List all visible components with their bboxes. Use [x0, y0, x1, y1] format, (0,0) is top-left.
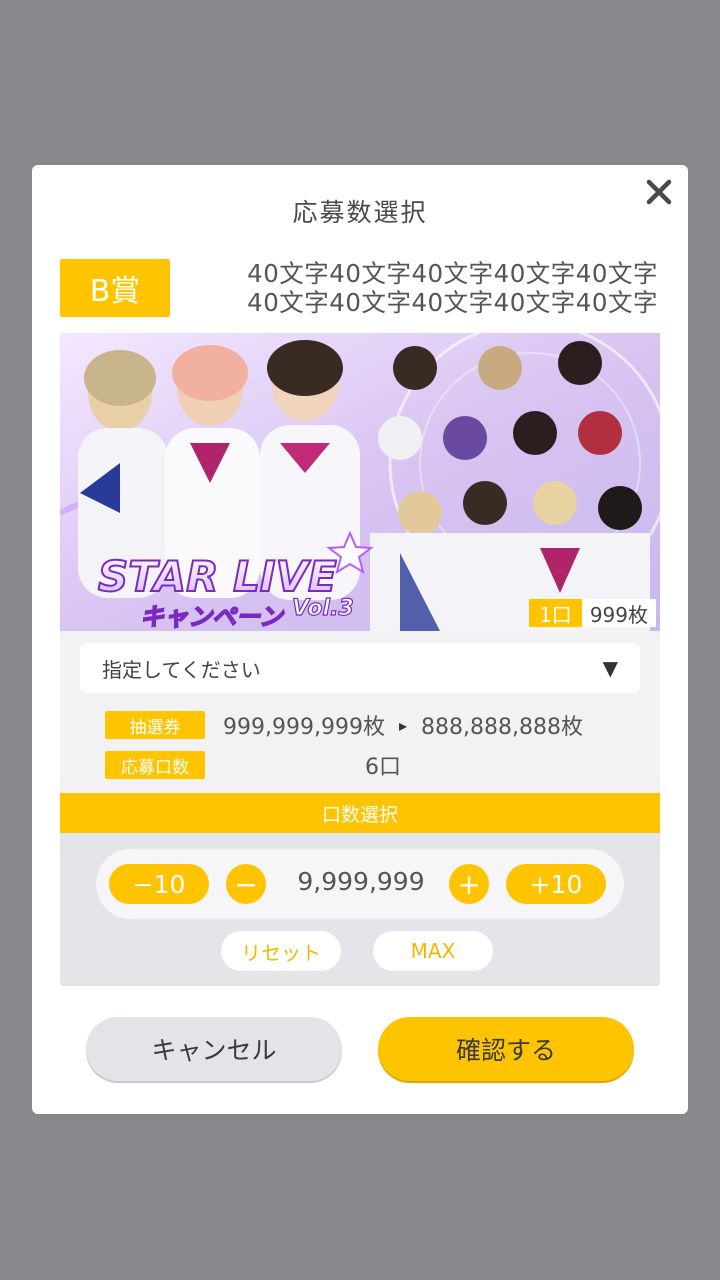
ticket-to: 888,888,888枚 [421, 715, 583, 740]
stock-indicator: 1口 999枚 [529, 599, 656, 627]
dropdown-arrow-icon: ▼ [602, 656, 618, 680]
counter-stepper: −10 − 9,999,999 + +10 [96, 849, 624, 919]
stock-unit: 1口 [529, 599, 582, 627]
select-placeholder: 指定してください [102, 657, 261, 682]
ticket-label: 抽選券 [105, 711, 205, 739]
entries-row: 応募口数 6口 [105, 749, 401, 781]
minus-10-button[interactable]: −10 [109, 864, 209, 904]
minus-button[interactable]: − [226, 864, 266, 904]
ticket-row: 抽選券 999,999,999枚 ▸ 888,888,888枚 [105, 709, 583, 741]
arrow-right-icon: ▸ [398, 715, 407, 735]
count-selection-panel: −10 − 9,999,999 + +10 リセット MAX [60, 833, 660, 986]
banner-logo-vol: Vol.3 [292, 596, 354, 621]
ticket-from: 999,999,999枚 [223, 715, 385, 740]
entries-value: 6口 [365, 755, 401, 780]
selection-info-panel: 指定してください ▼ 抽選券 999,999,999枚 ▸ 888,888,88… [60, 631, 660, 793]
option-select[interactable]: 指定してください ▼ [80, 643, 640, 693]
campaign-banner: STAR LIVE キャンペーン Vol.3 1口 999枚 [60, 333, 660, 631]
prize-rank-badge: B賞 [60, 259, 170, 317]
max-button[interactable]: MAX [373, 931, 493, 971]
count-selection-header: 口数選択 [60, 793, 660, 833]
prize-description: 40文字40文字40文字40文字40文字 40文字40文字40文字40文字40文… [247, 259, 658, 317]
count-value: 9,999,999 [297, 867, 425, 896]
banner-image: STAR LIVE キャンペーン Vol.3 [60, 333, 660, 631]
banner-logo-sub: キャンペーン [140, 603, 285, 631]
stock-count: 999枚 [581, 599, 656, 627]
confirm-button[interactable]: 確認する [378, 1017, 634, 1081]
cancel-button[interactable]: キャンセル [86, 1017, 342, 1081]
reset-button[interactable]: リセット [221, 931, 341, 971]
dialog-title: 応募数選択 [292, 198, 428, 227]
plus-button[interactable]: + [449, 864, 489, 904]
plus-10-button[interactable]: +10 [506, 864, 606, 904]
entries-label: 応募口数 [105, 751, 205, 779]
banner-logo-main: STAR LIVE [98, 552, 337, 601]
entry-count-dialog: 応募数選択 B賞 40文字40文字40文字40文字40文字 40文字40文字40… [32, 165, 688, 1114]
